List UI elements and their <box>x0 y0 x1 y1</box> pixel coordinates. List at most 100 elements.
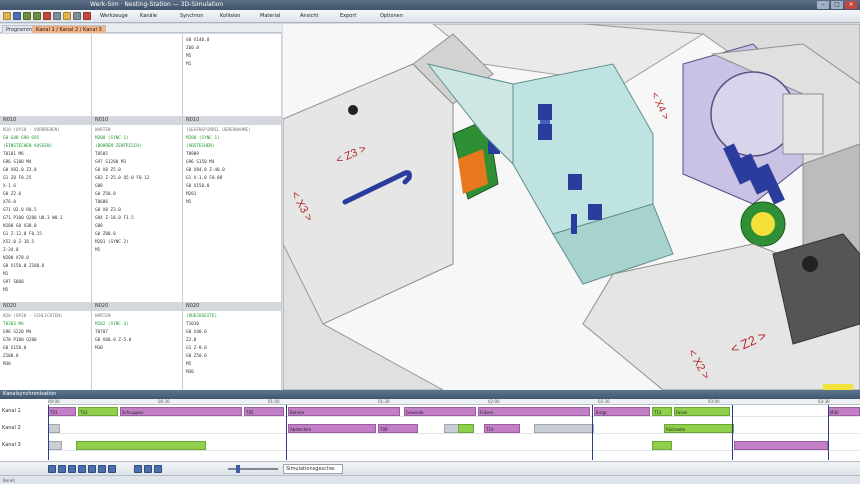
track-label[interactable]: Kanal 2 <box>2 424 21 432</box>
toolbar-menu-item[interactable]: Kollision <box>220 11 240 21</box>
toolbar-menu-item[interactable]: Ansicht <box>300 11 318 21</box>
paste-icon[interactable] <box>63 12 71 20</box>
code-line[interactable]: G83 Z-25.0 Q5.0 F0.12 <box>95 176 149 181</box>
code-column-2[interactable]: N010 WARTEN M200 (SYNC 1) (BOHREN ZENTRISCH… <box>92 34 183 390</box>
timeline-block[interactable]: T01 <box>48 407 76 416</box>
code-line[interactable]: G1 Z0 F0.25 <box>3 176 31 181</box>
pause-icon[interactable] <box>78 465 86 473</box>
code-line[interactable]: M1 <box>3 272 8 277</box>
code-line[interactable]: M30 <box>3 362 11 367</box>
code-line[interactable]: G0 X150.0 Z100.0 <box>3 264 44 269</box>
timeline-block[interactable] <box>458 424 474 433</box>
code-line[interactable]: G0 Z2.0 <box>3 192 21 197</box>
folder-icon[interactable] <box>3 12 11 20</box>
stop-icon[interactable] <box>88 465 96 473</box>
code-line[interactable]: Z60.0 <box>186 46 199 51</box>
code-line[interactable]: G0 X150.0 <box>186 184 209 189</box>
code-line[interactable]: G71 U2.0 R0.5 <box>3 208 37 213</box>
code-line[interactable]: T0606 <box>95 200 108 205</box>
toolbar-menu-item[interactable]: Werkzeuge <box>100 11 128 21</box>
sync-marker[interactable] <box>48 405 49 460</box>
code-line[interactable]: G96 S150 M4 <box>186 160 214 165</box>
timeline-block[interactable]: T03 <box>78 407 118 416</box>
code-line[interactable]: G0 X0 Z3.0 <box>95 208 121 213</box>
timeline-block[interactable]: T09 <box>378 424 418 433</box>
timeline-block[interactable]: M30 <box>828 407 860 416</box>
speed-dropdown[interactable]: Simulationsgeschw. <box>283 464 343 474</box>
code-line[interactable]: Z-34.0 <box>3 248 19 253</box>
step-back-icon[interactable] <box>58 465 66 473</box>
code-line[interactable]: M202 (SYNC 3) <box>95 322 129 327</box>
code-line[interactable]: M5 <box>3 288 8 293</box>
code-line[interactable]: T0303 M6 <box>3 322 24 327</box>
toolbar-menu-item[interactable]: Optionen <box>380 11 403 21</box>
toolbar-menu-item[interactable]: Export <box>340 11 356 21</box>
sync-marker[interactable] <box>828 405 829 460</box>
timeline-block[interactable]: Rückseite <box>664 424 734 433</box>
code-line[interactable]: G80 <box>95 184 103 189</box>
code-line[interactable]: M5 <box>186 362 191 367</box>
code-line[interactable]: Z2.0 <box>186 338 196 343</box>
undo-icon[interactable] <box>23 12 31 20</box>
code-line[interactable]: (BOHREN ZENTRISCH) <box>95 144 142 149</box>
toolbar-menu-item[interactable]: Kanäle <box>140 11 157 21</box>
code-line[interactable]: G0 X40.0 <box>186 330 207 335</box>
save-icon[interactable] <box>13 12 21 20</box>
code-line[interactable]: G96 S180 M4 <box>3 160 31 165</box>
code-line[interactable]: M201 <box>186 192 196 197</box>
speed-slider-thumb[interactable] <box>236 465 240 473</box>
code-line[interactable]: G97 S800 <box>3 280 24 285</box>
code-line[interactable]: WARTEN <box>95 128 111 133</box>
code-line[interactable]: M200 (SYNC 1) <box>186 136 220 141</box>
code-line[interactable]: G0 X150.0 <box>3 346 26 351</box>
code-line[interactable]: G1 Z-8.0 <box>186 346 207 351</box>
fit-icon[interactable] <box>154 465 162 473</box>
code-line[interactable]: G80 <box>95 224 103 229</box>
code-line[interactable]: M201 (SYNC 2) <box>95 240 129 245</box>
timeline-ruler[interactable]: 00:00 00:30 01:00 01:30 02:00 02:30 03:00 03:30 <box>48 399 860 405</box>
maximize-button[interactable]: □ <box>831 1 843 9</box>
code-line[interactable]: N10 (OP10 - VORDREHEN) <box>3 128 60 133</box>
code-line[interactable]: T0909 <box>186 152 199 157</box>
toolbar-menu-item[interactable]: Synchron <box>180 11 203 21</box>
cut-icon[interactable] <box>43 12 51 20</box>
timeline-block[interactable]: T12 <box>652 407 672 416</box>
code-line[interactable]: T0707 <box>95 330 108 335</box>
step-forward-icon[interactable] <box>98 465 106 473</box>
code-line[interactable]: T0101 M6 <box>3 152 24 157</box>
code-line[interactable]: (ABSTECHEN) <box>186 144 214 149</box>
code-line[interactable]: G97 S1200 M3 <box>95 160 126 165</box>
timeline-block[interactable] <box>652 441 672 450</box>
timeline-block[interactable] <box>48 441 62 450</box>
timeline-block[interactable]: Entgr. <box>594 407 650 416</box>
timeline-block[interactable]: Abstechen <box>288 424 376 433</box>
timeline-block[interactable]: T05 <box>244 407 284 416</box>
code-line[interactable]: Z100.0 <box>3 354 19 359</box>
code-line[interactable]: G1 Z-12.0 F0.15 <box>3 232 42 237</box>
code-line[interactable]: G0 X82.0 Z2.0 <box>3 168 37 173</box>
code-line[interactable]: G96 S220 M4 <box>3 330 31 335</box>
timeline-block[interactable]: Fräsen <box>478 407 590 416</box>
machine-3d-view[interactable]: < Z3 > < X3 > < Z2 > < X2 > < X4 > <box>283 24 860 390</box>
timeline-block[interactable]: Bohren <box>288 407 400 416</box>
zoom-in-icon[interactable] <box>134 465 142 473</box>
code-line[interactable]: M5 <box>186 200 191 205</box>
tab-channels[interactable]: Kanal 1 / Kanal 2 / Kanal 3 <box>32 25 106 33</box>
code-line[interactable]: G1 X-1.0 F0.08 <box>186 176 222 181</box>
play-icon[interactable] <box>68 465 76 473</box>
code-line[interactable]: G0 X84.0 Z-40.0 <box>186 168 225 173</box>
code-line[interactable]: G0 X60.0 Z-5.0 <box>95 338 131 343</box>
redo-icon[interactable] <box>33 12 41 20</box>
code-line[interactable]: M1 <box>186 62 191 67</box>
sync-marker[interactable] <box>286 405 287 460</box>
sync-marker[interactable] <box>592 405 593 460</box>
minimize-button[interactable]: – <box>817 1 829 9</box>
code-line[interactable]: X-1.6 <box>3 184 16 189</box>
code-line[interactable]: G0 G40 G90 G95 <box>3 136 39 141</box>
timeline-block[interactable] <box>534 424 594 433</box>
copy-icon[interactable] <box>53 12 61 20</box>
track-label[interactable]: Kanal 3 <box>2 441 21 449</box>
code-line[interactable]: G0 X140.0 <box>186 38 209 43</box>
code-line[interactable]: X52.0 Z-18.5 <box>3 240 34 245</box>
timeline-block[interactable]: Gewinde <box>404 407 476 416</box>
